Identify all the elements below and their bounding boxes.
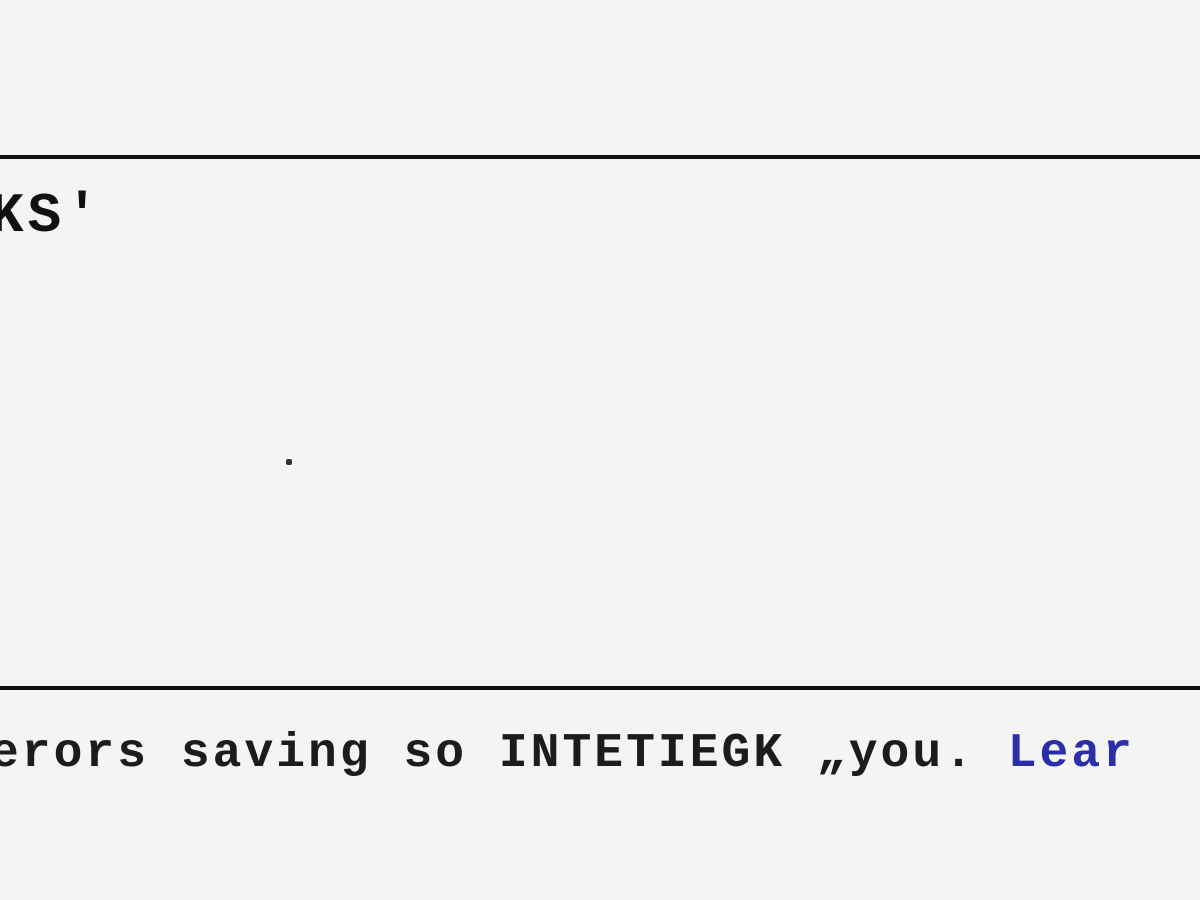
panel-heading-fragment: KS': [0, 184, 103, 248]
page-root: KS' erors saving so INTETIEGK „you. Lear: [0, 0, 1200, 900]
content-panel: KS': [0, 155, 1200, 690]
decorative-dot: [286, 459, 292, 465]
learn-more-link-fragment[interactable]: Lear: [1008, 727, 1135, 781]
caption-text-fragment: erors saving so INTETIEGK „you.: [0, 727, 1008, 781]
caption-row: erors saving so INTETIEGK „you. Lear: [0, 727, 1135, 781]
